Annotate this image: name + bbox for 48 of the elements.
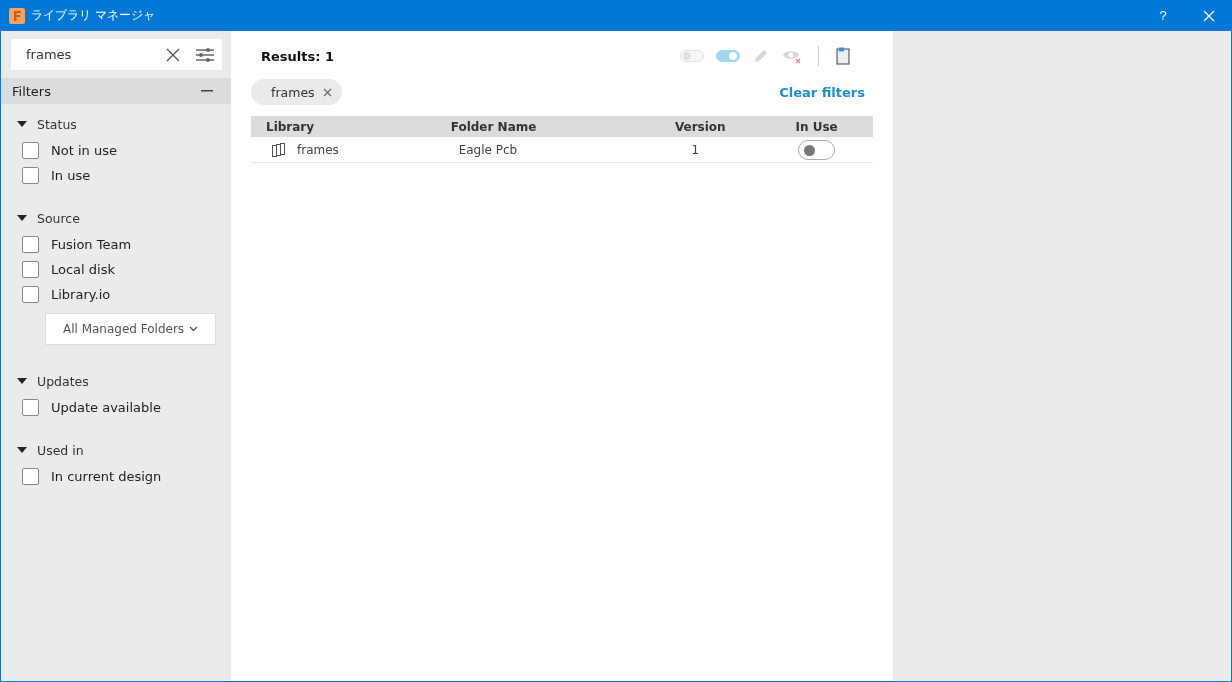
table-cell: 1 xyxy=(691,142,700,157)
table-cell: frames xyxy=(297,142,339,157)
clear-icon[interactable] xyxy=(166,47,180,62)
checkbox[interactable] xyxy=(22,142,39,159)
checkbox-label[interactable]: Fusion Team xyxy=(51,237,132,252)
app-logo-icon xyxy=(9,7,25,24)
caret-icon[interactable] xyxy=(17,215,27,221)
close-icon[interactable] xyxy=(1203,9,1215,22)
table-cell: Eagle Pcb xyxy=(458,142,518,157)
caret-icon[interactable] xyxy=(17,121,27,127)
column-header[interactable]: Library xyxy=(251,119,451,134)
filters-header[interactable]: Filters xyxy=(1,78,231,104)
group-title[interactable]: Source xyxy=(37,210,80,226)
search-box[interactable]: frames xyxy=(11,39,222,70)
caret-icon[interactable] xyxy=(17,378,27,384)
checkbox[interactable] xyxy=(22,261,39,278)
results-count: Results: 1 xyxy=(261,48,334,64)
caret-icon[interactable] xyxy=(17,447,27,453)
checkbox-label[interactable]: In use xyxy=(51,168,91,183)
group-title[interactable]: Status xyxy=(37,116,77,132)
checkbox-label[interactable]: In current design xyxy=(51,469,162,484)
help-button[interactable]: ? xyxy=(1141,0,1185,31)
folders-dropdown[interactable]: All Managed Folders xyxy=(45,313,216,345)
column-header[interactable]: In Use xyxy=(760,119,873,134)
checkbox[interactable] xyxy=(22,286,39,303)
chevron-icon xyxy=(189,326,199,332)
filters-title: Filters xyxy=(12,83,51,99)
toggle-switch[interactable] xyxy=(798,139,836,160)
eye-icon[interactable] xyxy=(782,48,802,64)
column-header[interactable]: Folder Name xyxy=(450,119,641,134)
sliders-icon[interactable] xyxy=(196,46,214,63)
checkbox[interactable] xyxy=(22,167,39,184)
window-title: ライブラリ マネージャ xyxy=(31,7,155,24)
checkbox[interactable] xyxy=(22,468,39,485)
group-title[interactable]: Updates xyxy=(37,373,89,389)
group-title[interactable]: Used in xyxy=(37,442,84,458)
checkbox-label[interactable]: Update available xyxy=(51,400,161,415)
book-icon[interactable] xyxy=(835,47,851,65)
clear-filters-link[interactable]: Clear filters xyxy=(779,84,865,100)
remove-icon[interactable] xyxy=(322,87,332,97)
checkbox[interactable] xyxy=(22,236,39,253)
column-header[interactable]: Version xyxy=(640,119,761,134)
filter-chip[interactable]: frames xyxy=(251,79,342,105)
checkbox-label[interactable]: Local disk xyxy=(51,262,115,277)
library-icon xyxy=(271,141,287,158)
checkbox-label[interactable]: Library.io xyxy=(51,287,111,302)
checkbox-label[interactable]: Not in use xyxy=(51,143,117,158)
checkbox[interactable] xyxy=(22,399,39,416)
